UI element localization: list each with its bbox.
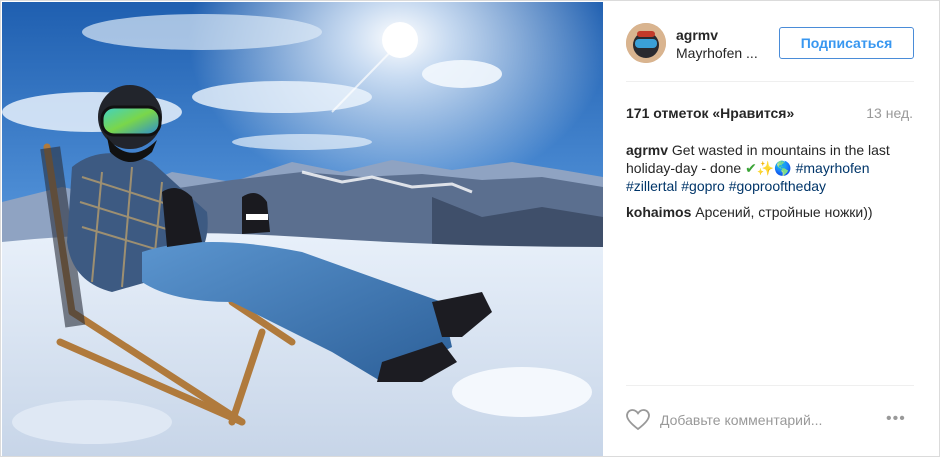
caption-username[interactable]: agrmv bbox=[626, 142, 668, 158]
avatar[interactable] bbox=[626, 23, 666, 63]
post-card: agrmv Mayrhofen ... Подписаться 171 отме… bbox=[0, 0, 940, 457]
follow-button[interactable]: Подписаться bbox=[779, 27, 914, 59]
hashtag-link[interactable]: #goprooftheday bbox=[729, 178, 826, 194]
snowboarder-photo-illustration bbox=[2, 2, 603, 456]
likes-count[interactable]: 171 отметок «Нравится» bbox=[626, 105, 794, 121]
hashtag-link[interactable]: #zillertal bbox=[626, 178, 677, 194]
comment-text: Арсений, стройные ножки)) bbox=[695, 204, 873, 220]
avatar-image bbox=[626, 23, 666, 63]
comment-bar: ••• bbox=[604, 385, 939, 455]
add-comment-input[interactable] bbox=[660, 409, 870, 431]
more-options-icon[interactable]: ••• bbox=[886, 410, 906, 428]
divider bbox=[626, 81, 914, 82]
author-username[interactable]: agrmv bbox=[676, 27, 718, 43]
caption: agrmv Get wasted in mountains in the las… bbox=[626, 141, 916, 195]
heart-outline-icon[interactable] bbox=[626, 409, 650, 431]
post-photo[interactable] bbox=[2, 2, 603, 456]
post-time[interactable]: 13 нед. bbox=[866, 105, 913, 121]
post-sidebar: agrmv Mayrhofen ... Подписаться 171 отме… bbox=[604, 1, 939, 456]
check-emoji-icon: ✔ bbox=[745, 160, 757, 176]
sparkles-emoji-icon: ✨ bbox=[756, 160, 775, 176]
comment-item: kohaimos Арсений, стройные ножки)) bbox=[626, 203, 916, 221]
hashtag-link[interactable]: #gopro bbox=[681, 178, 725, 194]
comments-list: agrmv Get wasted in mountains in the las… bbox=[626, 141, 916, 229]
author-location[interactable]: Mayrhofen ... bbox=[676, 45, 758, 61]
hashtag-link[interactable]: #mayrhofen bbox=[796, 160, 870, 176]
globe-emoji-icon: 🌎 bbox=[774, 160, 792, 176]
comment-username[interactable]: kohaimos bbox=[626, 204, 691, 220]
post-header: agrmv Mayrhofen ... Подписаться bbox=[604, 1, 939, 81]
